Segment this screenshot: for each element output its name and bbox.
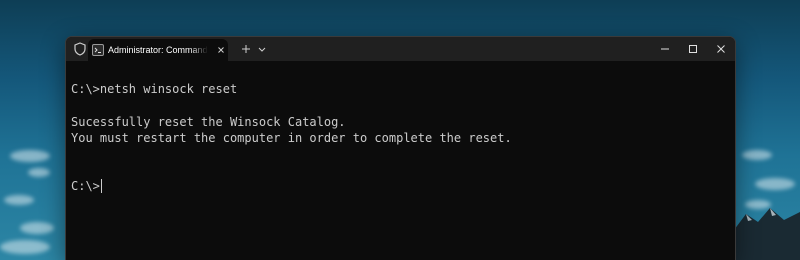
maximize-button[interactable] — [679, 37, 707, 61]
command-prompt-window: Administrator: Command Pro — [65, 36, 736, 260]
close-icon — [717, 45, 725, 53]
command-prompt-line[interactable]: C:\> — [71, 178, 102, 194]
close-icon[interactable] — [215, 44, 227, 56]
shield-icon — [74, 42, 86, 56]
plus-icon[interactable] — [238, 41, 254, 57]
title-bar[interactable]: Administrator: Command Pro — [66, 37, 735, 61]
cloud — [0, 240, 50, 254]
tab-command-prompt[interactable]: Administrator: Command Pro — [88, 39, 228, 61]
minimize-button[interactable] — [651, 37, 679, 61]
maximize-icon — [689, 45, 697, 53]
cloud — [742, 150, 772, 160]
command-line: C:\>netsh winsock reset — [71, 82, 238, 96]
cloud — [755, 178, 795, 190]
terminal-icon — [92, 44, 104, 56]
cloud — [10, 150, 50, 162]
cloud — [20, 222, 54, 234]
prompt-text: C:\> — [71, 179, 100, 193]
terminal-content[interactable]: C:\>netsh winsock reset Sucessfully rese… — [66, 61, 735, 260]
minimize-icon — [661, 48, 669, 50]
close-button[interactable] — [707, 37, 735, 61]
output-line: Sucessfully reset the Winsock Catalog. — [71, 115, 346, 129]
output-line: You must restart the computer in order t… — [71, 131, 512, 145]
cloud — [28, 168, 50, 177]
chevron-down-icon[interactable] — [255, 41, 269, 57]
cloud — [4, 195, 34, 205]
tab-title: Administrator: Command Pro — [108, 45, 208, 55]
text-cursor — [100, 179, 102, 193]
